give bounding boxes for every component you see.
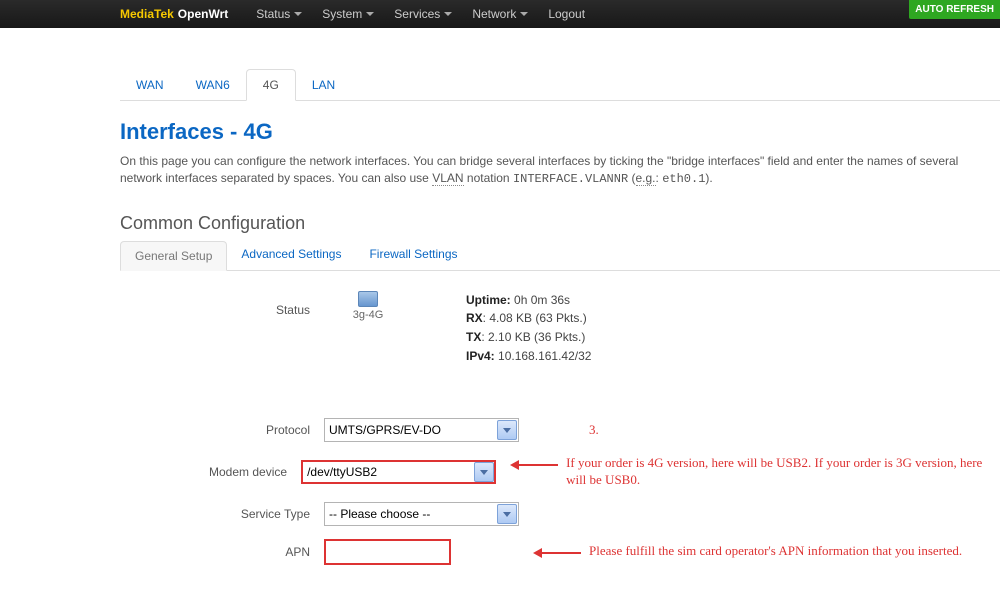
sectab-general[interactable]: General Setup <box>120 241 227 271</box>
tx-label: TX <box>466 330 481 344</box>
menu-label: System <box>322 7 362 21</box>
menu-status[interactable]: Status <box>246 0 312 28</box>
uptime-value: 0h 0m 36s <box>514 293 570 307</box>
modem-device-select[interactable]: /dev/ttyUSB2 <box>301 460 496 484</box>
intro-part: ). <box>705 171 712 185</box>
section-heading: Common Configuration <box>120 213 1000 234</box>
service-type-select[interactable]: -- Please choose -- <box>324 502 519 526</box>
annotation-modem-text: If your order is 4G version, here will b… <box>566 455 982 487</box>
rx-value: : 4.08 KB (63 Pkts.) <box>483 311 587 325</box>
iface-icon-cell: 3g-4G <box>340 291 396 321</box>
menu-system[interactable]: System <box>312 0 384 28</box>
tab-lan[interactable]: LAN <box>296 70 351 100</box>
ipv4-label: IPv4: <box>466 349 495 363</box>
intro-part: ( <box>628 171 635 185</box>
auto-refresh-badge[interactable]: AUTO REFRESH <box>909 0 1000 19</box>
annotation-apn-text: Please fulfill the sim card operator's A… <box>589 543 962 558</box>
network-icon <box>358 291 378 307</box>
annotation-modem: If your order is 4G version, here will b… <box>516 455 1000 489</box>
menu-label: Services <box>394 7 440 21</box>
section-tabs: General Setup Advanced Settings Firewall… <box>120 240 1000 271</box>
protocol-select[interactable]: UMTS/GPRS/EV-DO <box>324 418 519 442</box>
apn-label: APN <box>120 545 324 559</box>
tab-4g[interactable]: 4G <box>246 69 296 101</box>
code-eth01: eth0.1 <box>662 172 705 186</box>
arrow-icon <box>518 464 558 466</box>
ipv4-value: 10.168.161.42/32 <box>498 349 591 363</box>
top-menu: Status System Services Network Logout <box>246 0 595 28</box>
intro-part: notation <box>464 171 513 185</box>
modem-label: Modem device <box>120 465 301 479</box>
menu-label: Network <box>472 7 516 21</box>
tab-wan6[interactable]: WAN6 <box>180 70 246 100</box>
brand-openwrt: OpenWrt <box>178 7 228 21</box>
abbr-vlan: VLAN <box>432 171 463 186</box>
protocol-label: Protocol <box>120 423 324 437</box>
tx-value: : 2.10 KB (36 Pkts.) <box>481 330 585 344</box>
page-title: Interfaces - 4G <box>120 119 1000 145</box>
menu-network[interactable]: Network <box>462 0 538 28</box>
menu-label: Logout <box>548 7 585 21</box>
abbr-eg: e.g. <box>636 171 656 186</box>
caret-icon <box>366 12 374 16</box>
code-iface-vlannr: INTERFACE.VLANNR <box>513 172 628 186</box>
caret-icon <box>294 12 302 16</box>
caret-icon <box>444 12 452 16</box>
caret-icon <box>520 12 528 16</box>
status-label: Status <box>120 291 324 317</box>
sectab-firewall[interactable]: Firewall Settings <box>355 240 471 270</box>
iface-name: 3g-4G <box>340 309 396 321</box>
arrow-icon <box>541 552 581 554</box>
tab-wan[interactable]: WAN <box>120 70 180 100</box>
rx-label: RX <box>466 311 483 325</box>
service-type-label: Service Type <box>120 507 324 521</box>
sectab-advanced[interactable]: Advanced Settings <box>227 240 355 270</box>
menu-services[interactable]: Services <box>384 0 462 28</box>
apn-input[interactable] <box>324 539 451 565</box>
iface-stats: Uptime: 0h 0m 36s RX: 4.08 KB (63 Pkts.)… <box>466 291 591 365</box>
uptime-label: Uptime: <box>466 293 511 307</box>
intro-text: On this page you can configure the netwo… <box>120 153 1000 189</box>
annotation-step3: 3. <box>539 422 599 439</box>
brand-mediatek: MediaTek <box>120 7 174 21</box>
annotation-apn: Please fulfill the sim card operator's A… <box>539 543 962 560</box>
menu-logout[interactable]: Logout <box>538 0 595 28</box>
menu-label: Status <box>256 7 290 21</box>
interface-tabs: WAN WAN6 4G LAN <box>120 68 1000 101</box>
